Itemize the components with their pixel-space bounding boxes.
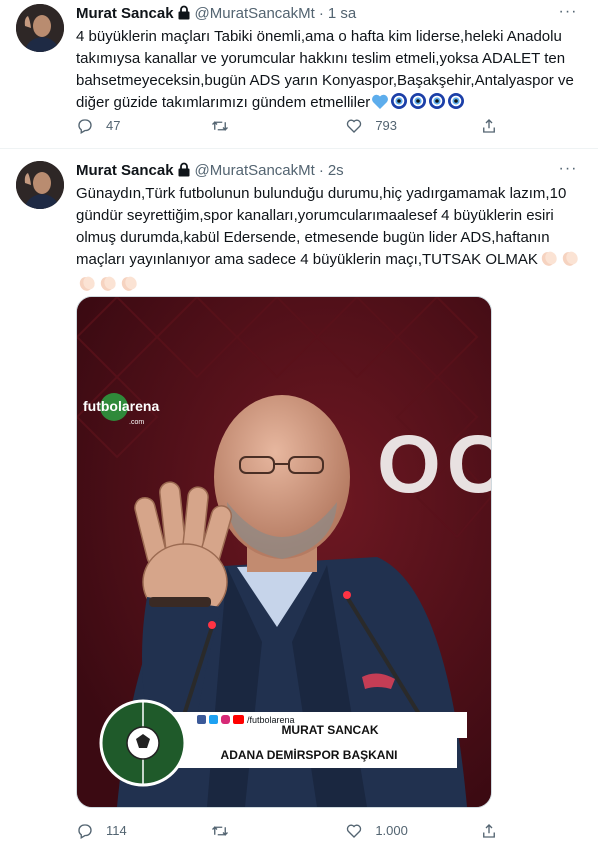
retweet-button[interactable] — [211, 821, 301, 841]
tweet-timestamp[interactable]: 1 sa — [328, 5, 356, 22]
tweet-text-line: bahsetmeyeceksin,bugün ADS yarın Konyasp… — [76, 72, 574, 89]
nazar-icon — [409, 92, 427, 117]
tweet-text-line: olmuş durumda,kabül Edersende, etmesende… — [76, 229, 550, 246]
clapping-hands-icon — [539, 249, 559, 274]
retweet-icon — [211, 121, 228, 131]
tweet-header: Murat Sancak @MuratSancakMt · 2s — [76, 161, 344, 181]
tweet-text-line-last: diğer güzide takımlarımızı gündem etmell… — [76, 92, 576, 117]
background-sign-text: OC — [377, 419, 491, 510]
reply-count: 114 — [106, 823, 127, 838]
like-button[interactable]: 1.000 — [345, 821, 435, 841]
video-frame: OC — [77, 297, 491, 807]
tweet-text: Günaydın,Türk futbolunun bulunduğu durum… — [76, 183, 578, 299]
nazar-icon — [447, 92, 465, 117]
tweet-actions: 47 793 — [76, 116, 500, 136]
logo-text: futbolarena — [83, 398, 159, 414]
logo-subtext: .com — [129, 419, 144, 426]
tweet-text-line: gündür seyrettiğim,spor kanalları,yorumc… — [76, 207, 554, 224]
tweet-actions: 114 1.000 — [76, 821, 500, 841]
avatar-image — [16, 161, 64, 209]
reply-icon — [78, 119, 92, 134]
lock-icon — [177, 162, 191, 183]
tweet-text-line-content: maçları yayınlanıyor ama sadece 4 büyükl… — [76, 251, 538, 268]
tweet-text-line-last: maçları yayınlanıyor ama sadece 4 büyükl… — [76, 249, 578, 274]
separator-dot: · — [318, 162, 324, 179]
nazar-icon — [390, 92, 408, 117]
retweet-icon — [211, 826, 228, 836]
author-handle[interactable]: @MuratSancakMt — [195, 162, 315, 179]
tweet-header: Murat Sancak @MuratSancakMt · 1 sa — [76, 4, 356, 24]
clapping-hands-icon — [560, 249, 580, 274]
author-name[interactable]: Murat Sancak — [76, 5, 174, 22]
tweet[interactable]: Murat Sancak @MuratSancakMt · 1 sa ··· 4 bü… — [0, 0, 598, 149]
caption-name: MURAT SANCAK — [281, 723, 378, 737]
share-button[interactable] — [480, 821, 500, 841]
blue-heart-icon — [371, 93, 389, 117]
author-name[interactable]: Murat Sancak — [76, 162, 174, 179]
tweet-text-line: Günaydın,Türk futbolunun bulunduğu durum… — [76, 185, 567, 202]
reply-count: 47 — [106, 118, 121, 133]
retweet-button[interactable] — [211, 116, 301, 136]
tweet-text-line: 4 büyüklerin maçları Tabiki önemli,ama o… — [76, 28, 562, 45]
lock-icon — [177, 5, 191, 26]
tweet-text-line: takımıysa kanallar ve yorumcular hakkını… — [76, 50, 566, 67]
tweet[interactable]: Murat Sancak @MuratSancakMt · 2s ··· Günayd… — [0, 149, 598, 852]
heart-icon — [347, 824, 362, 838]
tweet-media-video[interactable]: OC — [76, 296, 492, 808]
avatar-image — [16, 4, 64, 52]
heart-icon — [347, 119, 362, 133]
share-button[interactable] — [480, 116, 500, 136]
like-button[interactable]: 793 — [345, 116, 435, 136]
nazar-icon — [428, 92, 446, 117]
reply-button[interactable]: 47 — [76, 116, 166, 136]
tweet-timestamp[interactable]: 2s — [328, 162, 344, 179]
share-icon — [483, 119, 495, 133]
separator-dot: · — [318, 5, 324, 22]
avatar[interactable] — [16, 161, 64, 209]
tweet-text-line-content: diğer güzide takımlarımızı gündem etmell… — [76, 94, 371, 111]
more-options-icon[interactable]: ··· — [558, 159, 578, 179]
share-icon — [483, 824, 495, 838]
more-options-icon[interactable]: ··· — [558, 2, 578, 22]
reply-button[interactable]: 114 — [76, 821, 166, 841]
avatar[interactable] — [16, 4, 64, 52]
author-handle[interactable]: @MuratSancakMt — [195, 5, 315, 22]
like-count: 1.000 — [375, 823, 408, 838]
caption-title: ADANA DEMİRSPOR BAŞKANI — [221, 747, 398, 762]
tweet-text: 4 büyüklerin maçları Tabiki önemli,ama o… — [76, 26, 576, 117]
reply-icon — [78, 824, 92, 839]
like-count: 793 — [375, 118, 398, 133]
